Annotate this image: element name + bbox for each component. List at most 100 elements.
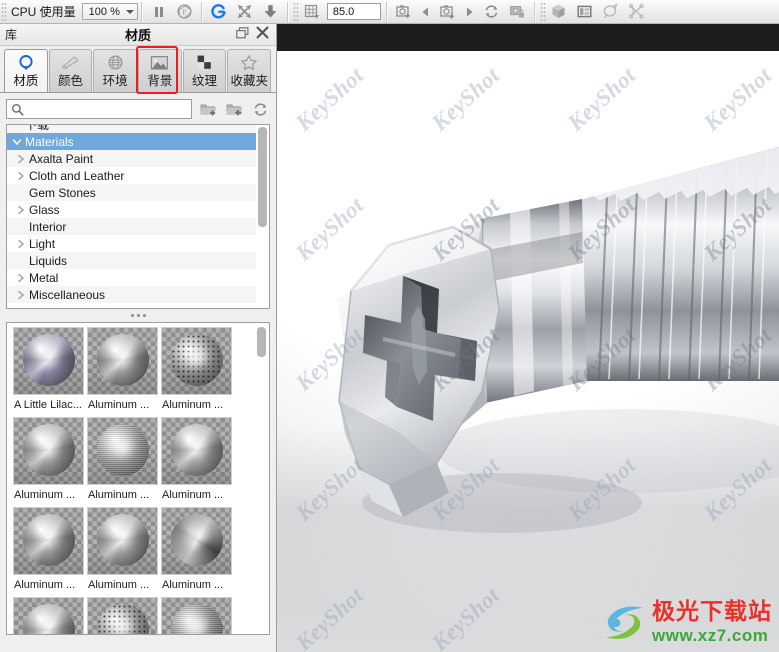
material-grid[interactable]: A Little Lilac... Aluminum ... Aluminum ..… — [6, 322, 270, 635]
close-panel-button[interactable] — [256, 26, 269, 44]
material-cell[interactable]: Aluminum ... — [87, 507, 159, 597]
tree-item-liquids[interactable]: Liquids — [7, 252, 269, 269]
tree-scrollbar-track[interactable] — [256, 125, 269, 308]
material-label: Aluminum ... — [88, 399, 150, 411]
search-input[interactable] — [24, 100, 191, 118]
refresh-render-button[interactable] — [206, 1, 232, 23]
scene-tree-button[interactable] — [546, 1, 572, 23]
material-cell[interactable]: Aluminum ... — [161, 417, 233, 507]
material-thumbnail[interactable] — [87, 597, 158, 634]
chevron-right-icon[interactable] — [15, 170, 27, 182]
tree-scrollbar-thumb[interactable] — [258, 127, 267, 227]
keyshot-window: CPU 使用量 100 % P 85.0 库 材质 材质 颜色 环境 背景 纹理… — [0, 0, 779, 652]
chevron-down-icon[interactable] — [11, 136, 23, 148]
tab-backgrounds[interactable]: 背景 — [138, 49, 182, 92]
material-cell[interactable] — [13, 597, 85, 634]
material-paint-button[interactable] — [598, 1, 624, 23]
project-panel-button[interactable] — [572, 1, 598, 23]
next-camera-button[interactable] — [461, 1, 479, 23]
tree-item-label: Glass — [29, 202, 60, 217]
chevron-right-icon[interactable] — [15, 204, 27, 216]
float-panel-button[interactable] — [236, 26, 249, 44]
cube-icon — [552, 4, 565, 18]
material-thumbnail[interactable] — [13, 417, 84, 485]
material-cell[interactable] — [87, 597, 159, 634]
material-cell[interactable]: Aluminum ... — [87, 327, 159, 417]
pause-render-button[interactable] — [146, 1, 172, 23]
resize-view-button[interactable] — [232, 1, 258, 23]
material-cell[interactable]: Aluminum ... — [161, 507, 233, 597]
sphere-highlight — [34, 526, 61, 548]
panel-splitter[interactable] — [0, 309, 276, 322]
grid-settings-button[interactable] — [299, 1, 325, 23]
tree-item-materials[interactable]: Materials — [7, 133, 269, 150]
tree-item-axalta-paint[interactable]: Axalta Paint — [7, 150, 269, 167]
material-cell[interactable]: Aluminum ... — [161, 327, 233, 417]
tab-favorites[interactable]: 收藏夹 — [227, 49, 272, 92]
performance-mode-button[interactable]: P — [172, 1, 198, 23]
material-thumbnail[interactable] — [13, 597, 84, 634]
tree-item-下载[interactable]: 下载 — [7, 125, 269, 133]
reset-camera-button[interactable] — [479, 1, 505, 23]
render-viewport[interactable]: KeyShot KeyShot KeyShot KeyShot KeyShot … — [277, 24, 779, 652]
sphere-highlight — [182, 436, 209, 458]
material-thumbnail[interactable] — [87, 507, 158, 575]
tab-environments[interactable]: 环境 — [93, 49, 138, 92]
site-watermark-en: www.xz7.com — [652, 626, 769, 645]
chevron-right-icon[interactable] — [15, 289, 27, 301]
tree-item-miscellaneous[interactable]: Miscellaneous — [7, 286, 269, 303]
material-thumbnail[interactable] — [87, 417, 158, 485]
toolbar-grip-left[interactable] — [1, 1, 7, 22]
material-cell[interactable]: Aluminum ... — [87, 417, 159, 507]
cpu-usage-dropdown[interactable]: 100 % — [81, 3, 138, 20]
lock-camera-button[interactable] — [505, 1, 531, 23]
material-cell[interactable] — [161, 597, 233, 634]
library-panel: 库 材质 材质 颜色 环境 背景 纹理 收藏夹 下载 Materials Axa… — [0, 24, 277, 652]
tree-item-gem-stones[interactable]: Gem Stones — [7, 184, 269, 201]
chevron-right-icon[interactable] — [15, 153, 27, 165]
material-thumbnail[interactable] — [161, 597, 232, 634]
viewport-stage[interactable]: KeyShot KeyShot KeyShot KeyShot KeyShot … — [277, 51, 779, 652]
refresh-library-button[interactable] — [250, 99, 270, 119]
tab-materials[interactable]: 材质 — [4, 49, 48, 92]
chevron-right-icon[interactable] — [15, 272, 27, 284]
material-thumbnail[interactable] — [13, 507, 84, 575]
material-graph-button[interactable] — [624, 1, 650, 23]
search-input-wrapper[interactable] — [6, 99, 192, 119]
tree-item-interior[interactable]: Interior — [7, 218, 269, 235]
tree-item-glass[interactable]: Glass — [7, 201, 269, 218]
tree-item-light[interactable]: Light — [7, 235, 269, 252]
tree-item-metal[interactable]: Metal — [7, 269, 269, 286]
material-thumbnail[interactable] — [87, 327, 158, 395]
tab-textures[interactable]: 纹理 — [182, 49, 227, 92]
toolbar-grip-mid[interactable] — [292, 1, 299, 22]
chevron-right-icon[interactable] — [15, 238, 27, 250]
grid-scrollbar-thumb[interactable] — [257, 327, 266, 357]
tab-colors[interactable]: 颜色 — [48, 49, 93, 92]
refresh-icon — [254, 102, 266, 116]
add-camera-button[interactable] — [391, 1, 417, 23]
sphere-highlight — [108, 346, 135, 368]
library-titlebar: 库 材质 — [0, 24, 276, 46]
material-cell[interactable]: Aluminum ... — [13, 507, 85, 597]
material-thumbnail[interactable] — [161, 327, 232, 395]
add-folder-button[interactable] — [198, 99, 218, 119]
material-thumbnail[interactable] — [161, 507, 232, 575]
material-cell[interactable]: A Little Lilac... — [13, 327, 85, 417]
material-thumbnail[interactable] — [161, 417, 232, 485]
material-thumbnail[interactable] — [13, 327, 84, 395]
download-button[interactable] — [258, 1, 284, 23]
material-cell[interactable]: Aluminum ... — [13, 417, 85, 507]
performance-value-field[interactable]: 85.0 — [326, 3, 381, 20]
camera-save-button[interactable] — [435, 1, 461, 23]
tree-item-cloth-and-leather[interactable]: Cloth and Leather — [7, 167, 269, 184]
toolbar-grip-right[interactable] — [539, 1, 546, 22]
material-sphere — [170, 514, 223, 566]
library-folder-tree[interactable]: 下载 Materials Axalta Paint Cloth and Leather… — [6, 124, 270, 309]
previous-camera-button[interactable] — [417, 1, 435, 23]
import-folder-button[interactable] — [224, 99, 244, 119]
sphere-highlight — [34, 346, 61, 368]
